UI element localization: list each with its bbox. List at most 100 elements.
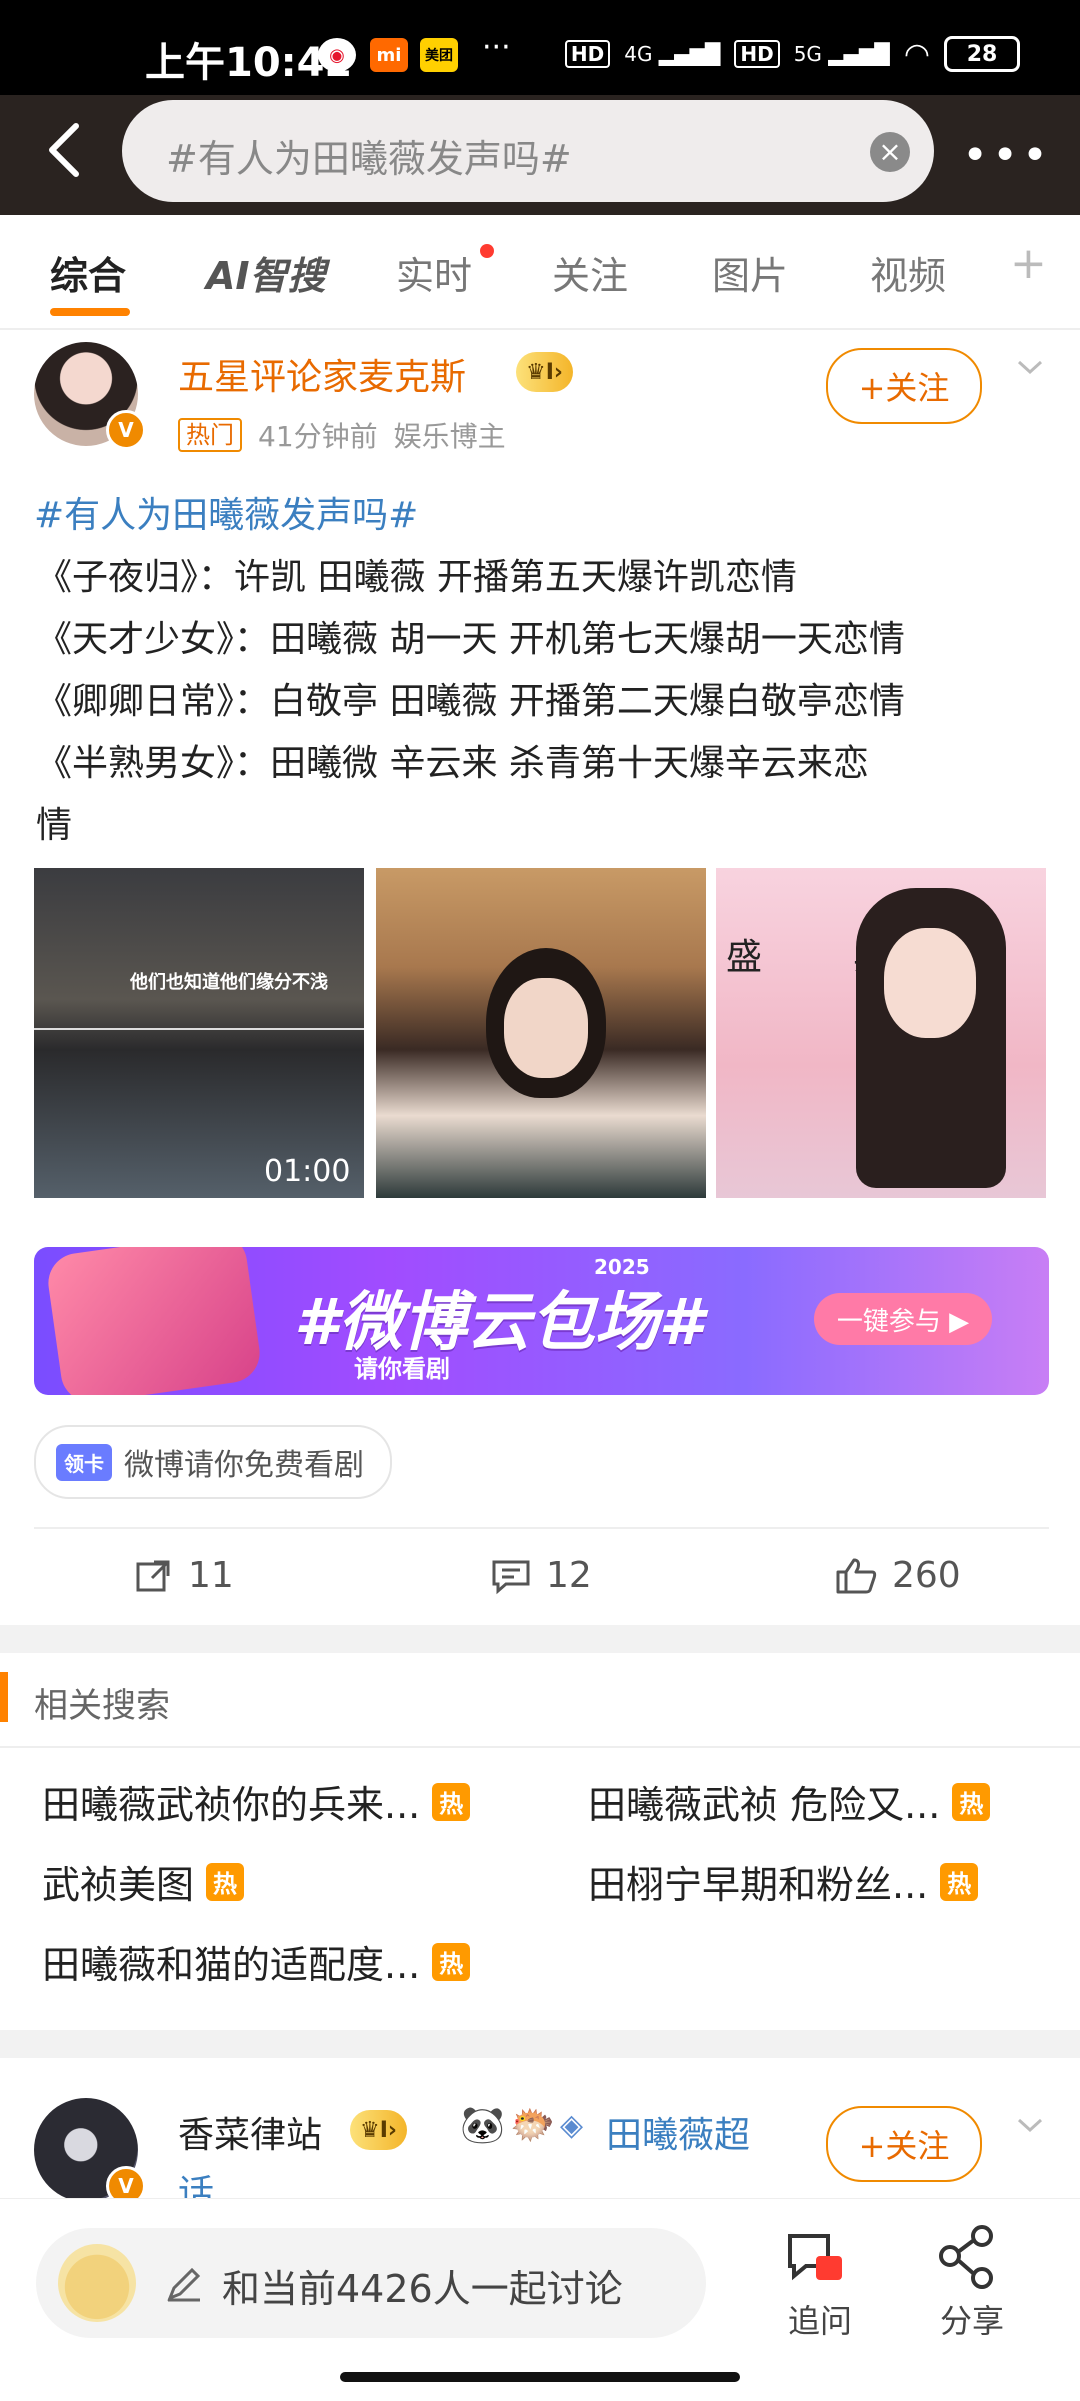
video-caption: 他们也知道他们缘分不浅 bbox=[130, 972, 328, 993]
comment-button[interactable]: 12 bbox=[490, 1555, 592, 1596]
wifi-icon: ◠ bbox=[903, 36, 930, 72]
battery-icon: 28 bbox=[944, 36, 1020, 72]
discussion-placeholder: 和当前4426人一起讨论 bbox=[222, 2267, 623, 2311]
post-line-5: 情 bbox=[36, 805, 73, 846]
banner-join-button[interactable]: 一键参与 ▶ bbox=[814, 1293, 992, 1345]
section-gap bbox=[0, 1625, 1080, 1653]
related-item-3[interactable]: 武祯美图热 bbox=[42, 1854, 245, 1909]
related-accent-bar bbox=[0, 1672, 8, 1722]
realtime-red-dot bbox=[480, 244, 494, 258]
member-crown-icon: ♛ I › bbox=[516, 352, 573, 392]
tab-following[interactable]: 关注 bbox=[552, 245, 628, 300]
hot-badge-icon: 热 bbox=[940, 1862, 979, 1901]
post-time: 41分钟前 bbox=[258, 420, 378, 453]
member-level: I bbox=[545, 359, 554, 385]
like-button[interactable]: 260 bbox=[834, 1555, 961, 1596]
search-query: #有人为田曦薇发声吗# bbox=[166, 137, 572, 181]
tab-general[interactable]: 综合 bbox=[50, 245, 126, 300]
related-item-5[interactable]: 田曦薇和猫的适配度... 热 bbox=[42, 1934, 471, 1989]
hd-icon: HD bbox=[564, 40, 611, 68]
mi-app-icon: mi bbox=[370, 38, 408, 72]
fish-icon: 🐡 bbox=[510, 2105, 555, 2146]
repost-icon bbox=[136, 1560, 170, 1591]
post-line-1: 《子夜归》：许凯 田曦薇 开播第五天爆许凯恋情 bbox=[36, 557, 797, 598]
back-arrow-icon[interactable] bbox=[40, 120, 90, 180]
portrait-face-3 bbox=[884, 928, 976, 1038]
post-topic-link[interactable]: #有人为田曦薇发声吗# bbox=[34, 486, 418, 538]
like-count: 260 bbox=[892, 1555, 961, 1596]
post-line-3: 《卿卿日常》：白敬亭 田曦薇 开播第二天爆白敬亭恋情 bbox=[36, 681, 905, 722]
signal-5g-icon: 5G ▂▄▆█ bbox=[793, 42, 890, 66]
chevron-down-icon-2[interactable] bbox=[1015, 2110, 1045, 2140]
discussion-input[interactable]: 和当前4426人一起讨论 bbox=[36, 2228, 706, 2338]
related-item-4[interactable]: 田栩宁早期和粉丝... 热 bbox=[588, 1854, 979, 1909]
tab-active-indicator bbox=[50, 308, 130, 316]
hot-badge-icon: 热 bbox=[952, 1782, 991, 1821]
member2-level: I bbox=[379, 2117, 388, 2143]
video-duration: 01:00 bbox=[264, 1154, 351, 1189]
chevron-down-icon[interactable] bbox=[1015, 352, 1045, 382]
meituan-app-icon: 美团 bbox=[420, 38, 458, 72]
tab-images[interactable]: 图片 bbox=[712, 245, 788, 300]
search-input[interactable]: #有人为田曦薇发声吗# × bbox=[122, 100, 934, 202]
tv-mascot-icon bbox=[44, 1247, 264, 1395]
repost-button[interactable]: 11 bbox=[134, 1555, 234, 1596]
card-badge-icon: 领卡 bbox=[56, 1443, 112, 1481]
author2-name[interactable]: 香菜律站 bbox=[178, 2106, 322, 2158]
thumbs-up-icon bbox=[836, 1558, 877, 1593]
more-notifications-icon: ··· bbox=[482, 30, 511, 65]
pencil-icon bbox=[167, 2267, 201, 2302]
related-searches-title: 相关搜索 bbox=[34, 1686, 170, 1726]
tabs-divider bbox=[0, 328, 1080, 330]
related-item-3-label: 武祯美图 bbox=[42, 1863, 195, 1907]
actions-divider bbox=[34, 1527, 1049, 1529]
related-item-2-label: 田曦薇武祯 危险又... bbox=[588, 1783, 941, 1827]
hd-icon-2: HD bbox=[734, 40, 780, 68]
comment-count: 12 bbox=[546, 1555, 592, 1596]
share-button[interactable]: 分享 bbox=[932, 2222, 1012, 2342]
related-item-5-label: 田曦薇和猫的适配度... bbox=[42, 1943, 421, 1987]
related-item-1[interactable]: 田曦薇武祯你的兵来... 热 bbox=[42, 1774, 471, 1829]
weibo-cloud-theater-banner[interactable]: 2025 #微博云包场# 请你看剧 一键参与 ▶ bbox=[34, 1247, 1049, 1395]
hot-badge-icon: 热 bbox=[432, 1782, 471, 1821]
signal-4g-icon: 4G ▂▄▆█ bbox=[624, 42, 721, 66]
tab-realtime[interactable]: 实时 bbox=[396, 245, 472, 300]
ask-button[interactable]: 追问 bbox=[780, 2222, 860, 2342]
related-item-1-label: 田曦薇武祯你的兵来... bbox=[42, 1783, 421, 1827]
hot-badge-icon: 热 bbox=[206, 1862, 245, 1901]
status-right: HD 4G ▂▄▆█ HD 5G ▂▄▆█ ◠ 28 bbox=[564, 36, 1020, 72]
hot-badge-icon: 热 bbox=[432, 1942, 471, 1981]
related-item-4-label: 田栩宁早期和粉丝... bbox=[588, 1863, 929, 1907]
post-meta: 热门 41分钟前 娱乐博主 bbox=[178, 415, 506, 455]
chip-text: 微博请你免费看剧 bbox=[124, 1448, 364, 1483]
share-icon bbox=[939, 2225, 993, 2289]
repost-count: 11 bbox=[188, 1555, 234, 1596]
free-watch-chip[interactable]: 领卡 微博请你免费看剧 bbox=[34, 1425, 392, 1499]
related-divider bbox=[0, 1746, 1080, 1748]
banner-subtitle: 请你看剧 bbox=[354, 1355, 450, 1383]
more-menu-icon[interactable]: ••• bbox=[962, 130, 1052, 181]
member-crown-icon-2: ♛ I › bbox=[350, 2110, 407, 2150]
post-image-3[interactable]: 盛 典 bbox=[716, 868, 1046, 1198]
hot-label: 热门 bbox=[178, 418, 242, 452]
ask-label: 追问 bbox=[787, 2302, 852, 2340]
post-video-thumbnail[interactable]: 他们也知道他们缘分不浅 01:00 bbox=[34, 868, 364, 1198]
clear-icon[interactable]: × bbox=[870, 132, 910, 172]
supertopic-link[interactable]: 田曦薇超 bbox=[606, 2106, 750, 2158]
tab-videos[interactable]: 视频 bbox=[870, 245, 946, 300]
home-indicator bbox=[340, 2372, 740, 2382]
post-image-2[interactable] bbox=[376, 868, 706, 1198]
related-item-2[interactable]: 田曦薇武祯 危险又... 热 bbox=[588, 1774, 991, 1829]
video-split-line bbox=[34, 1028, 364, 1030]
tab-add-icon[interactable]: + bbox=[1010, 238, 1047, 289]
share-label: 分享 bbox=[939, 2302, 1004, 2340]
follow-button[interactable]: +关注 bbox=[826, 348, 982, 424]
author-role: 娱乐博主 bbox=[393, 420, 506, 453]
panda-icon: 🐼 bbox=[460, 2105, 505, 2146]
portrait-face bbox=[504, 978, 588, 1078]
author-name[interactable]: 五星评论家麦克斯 bbox=[178, 348, 466, 400]
section-gap-2 bbox=[0, 2030, 1080, 2058]
tab-ai-search[interactable]: AI智搜 bbox=[206, 245, 326, 300]
follow-button-2[interactable]: +关注 bbox=[826, 2106, 982, 2182]
supertopic-icon: ◈ bbox=[560, 2108, 584, 2143]
